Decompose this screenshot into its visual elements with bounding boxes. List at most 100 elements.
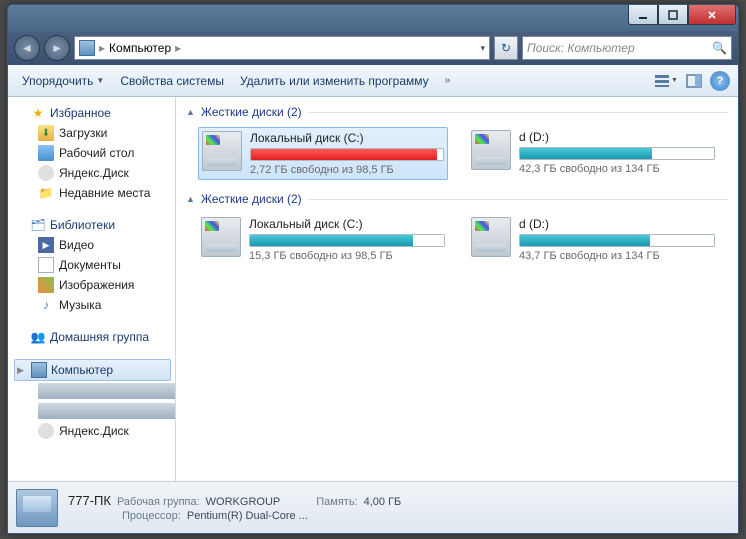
sidebar-item-drive-d[interactable]: d (D:) — [14, 401, 175, 421]
collapse-icon: ▲ — [186, 107, 195, 117]
recent-icon: 📁 — [38, 185, 54, 201]
sidebar-head-favorites[interactable]: ★Избранное — [14, 103, 175, 123]
pictures-icon — [38, 277, 54, 293]
sidebar-item-downloads[interactable]: Загрузки — [14, 123, 175, 143]
sidebar-homegroup: 👥Домашняя группа — [14, 327, 175, 347]
details-computer-name: 777-ПК — [68, 493, 111, 508]
sidebar-item-documents[interactable]: Документы — [14, 255, 175, 275]
music-icon: ♪ — [38, 297, 54, 313]
drive-local-c[interactable]: Локальный диск (C:) 2,72 ГБ свободно из … — [198, 127, 448, 180]
breadcrumb-location[interactable]: Компьютер — [109, 41, 171, 55]
details-pane: 777-ПК Рабочая группа: WORKGROUP Память:… — [8, 481, 738, 533]
collapse-icon: ▲ — [186, 194, 195, 204]
sidebar-item-pictures[interactable]: Изображения — [14, 275, 175, 295]
breadcrumb-separator: ▸ — [99, 41, 105, 55]
libraries-icon: 🗂 — [30, 217, 46, 233]
hard-drive-icon — [201, 217, 241, 257]
search-placeholder: Поиск: Компьютер — [527, 41, 635, 55]
titlebar — [8, 5, 738, 31]
chevron-down-icon: ▼ — [96, 76, 104, 85]
sidebar-item-videos[interactable]: ▶Видео — [14, 235, 175, 255]
back-button[interactable]: ◄ — [14, 35, 40, 61]
capacity-bar — [250, 148, 444, 161]
details-cpu-value: Pentium(R) Dual-Core ... — [187, 510, 308, 522]
address-dropdown-icon[interactable]: ▾ — [480, 43, 485, 54]
hard-drive-icon — [471, 130, 511, 170]
group-header[interactable]: ▲ Жесткие диски (2) — [186, 192, 728, 206]
yandex-disk-icon — [38, 423, 54, 439]
drive-free-text: 15,3 ГБ свободно из 98,5 ГБ — [249, 250, 445, 262]
view-options-button[interactable]: ▼ — [654, 70, 678, 92]
window-controls — [628, 5, 736, 25]
uninstall-program-button[interactable]: Удалить или изменить программу — [234, 70, 435, 92]
sidebar-libraries: 🗂Библиотеки ▶Видео Документы Изображения… — [14, 215, 175, 315]
sidebar-item-local-disk-c[interactable]: Локальный диск ( — [14, 381, 175, 401]
sidebar-head-libraries[interactable]: 🗂Библиотеки — [14, 215, 175, 235]
navigation-pane: ★Избранное Загрузки Рабочий стол Яндекс.… — [8, 97, 176, 481]
drive-icon — [38, 383, 175, 399]
minimize-button[interactable] — [628, 5, 658, 25]
drive-name: d (D:) — [519, 217, 715, 231]
sidebar-item-yandex-disk[interactable]: Яндекс.Диск — [14, 163, 175, 183]
toolbar-overflow[interactable]: » — [439, 75, 457, 86]
desktop-icon — [38, 145, 54, 161]
drive-free-text: 2,72 ГБ свободно из 98,5 ГБ — [250, 164, 444, 176]
capacity-bar — [519, 147, 715, 160]
drive-name: d (D:) — [519, 130, 715, 144]
computer-icon — [31, 362, 47, 378]
group-header[interactable]: ▲ Жесткие диски (2) — [186, 105, 728, 119]
capacity-bar — [249, 234, 445, 247]
drive-free-text: 42,3 ГБ свободно из 134 ГБ — [519, 163, 715, 175]
help-button[interactable]: ? — [710, 71, 730, 91]
details-cpu-label: Процессор: — [122, 510, 181, 522]
explorer-body: ★Избранное Загрузки Рабочий стол Яндекс.… — [8, 97, 738, 481]
search-icon: 🔍 — [712, 41, 727, 55]
computer-icon — [79, 40, 95, 56]
yandex-disk-icon — [38, 165, 54, 181]
sidebar-favorites: ★Избранное Загрузки Рабочий стол Яндекс.… — [14, 103, 175, 203]
refresh-button[interactable]: ↻ — [494, 36, 518, 60]
maximize-button[interactable] — [658, 5, 688, 25]
sidebar-computer: ▶Компьютер Локальный диск ( d (D:) Яндек… — [14, 359, 175, 441]
explorer-window: ◄ ► ▸ Компьютер ▸ ▾ ↻ Поиск: Компьютер 🔍… — [7, 4, 739, 534]
expand-icon[interactable]: ▶ — [17, 365, 27, 376]
drive-free-text: 43,7 ГБ свободно из 134 ГБ — [519, 250, 715, 262]
drive-name: Локальный диск (C:) — [249, 217, 445, 231]
search-input[interactable]: Поиск: Компьютер 🔍 — [522, 36, 732, 60]
sidebar-item-music[interactable]: ♪Музыка — [14, 295, 175, 315]
content-pane: ▲ Жесткие диски (2) Локальный диск (C:) … — [176, 97, 738, 481]
video-icon: ▶ — [38, 237, 54, 253]
organize-menu[interactable]: Упорядочить▼ — [16, 70, 110, 92]
command-bar: Упорядочить▼ Свойства системы Удалить ил… — [8, 65, 738, 97]
drive-d[interactable]: d (D:) 42,3 ГБ свободно из 134 ГБ — [468, 127, 718, 180]
sidebar-head-computer[interactable]: ▶Компьютер — [14, 359, 171, 381]
drive-row: Локальный диск (C:) 15,3 ГБ свободно из … — [186, 214, 728, 265]
preview-pane-button[interactable] — [682, 70, 706, 92]
sidebar-item-recent[interactable]: 📁Недавние места — [14, 183, 175, 203]
hard-drive-icon — [471, 217, 511, 257]
sidebar-item-yandex-disk[interactable]: Яндекс.Диск — [14, 421, 175, 441]
details-workgroup-value: WORKGROUP — [206, 496, 281, 508]
close-button[interactable] — [688, 5, 736, 25]
breadcrumb-separator: ▸ — [175, 41, 181, 55]
sidebar-item-desktop[interactable]: Рабочий стол — [14, 143, 175, 163]
sidebar-head-homegroup[interactable]: 👥Домашняя группа — [14, 327, 175, 347]
hard-drive-icon — [202, 131, 242, 171]
details-memory-value: 4,00 ГБ — [364, 496, 402, 508]
drive-row: Локальный диск (C:) 2,72 ГБ свободно из … — [186, 127, 728, 180]
forward-button[interactable]: ► — [44, 35, 70, 61]
downloads-icon — [38, 125, 54, 141]
document-icon — [38, 257, 54, 273]
drive-d[interactable]: d (D:) 43,7 ГБ свободно из 134 ГБ — [468, 214, 718, 265]
drive-local-c[interactable]: Локальный диск (C:) 15,3 ГБ свободно из … — [198, 214, 448, 265]
homegroup-icon: 👥 — [30, 329, 46, 345]
star-icon: ★ — [30, 105, 46, 121]
computer-large-icon — [16, 489, 58, 527]
navigation-bar: ◄ ► ▸ Компьютер ▸ ▾ ↻ Поиск: Компьютер 🔍 — [8, 31, 738, 65]
details-memory-label: Память: — [316, 496, 357, 508]
system-properties-button[interactable]: Свойства системы — [114, 70, 230, 92]
details-workgroup-label: Рабочая группа: — [117, 496, 200, 508]
address-bar[interactable]: ▸ Компьютер ▸ ▾ — [74, 36, 490, 60]
drive-icon — [38, 403, 175, 419]
chevron-down-icon: ▼ — [671, 77, 678, 84]
